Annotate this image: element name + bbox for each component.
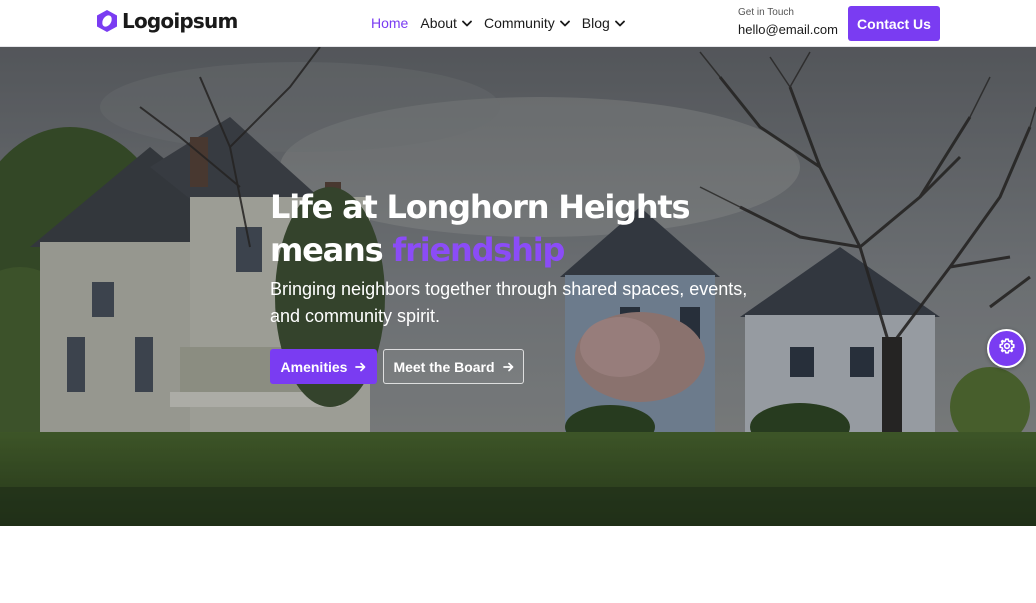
hero-title: Life at Longhorn Heights means friendshi…	[270, 186, 830, 272]
main-nav: Home About Community Blog	[371, 15, 625, 31]
amenities-button[interactable]: Amenities	[270, 349, 377, 384]
amenities-button-label: Amenities	[280, 358, 348, 375]
logo[interactable]: Logoipsum	[96, 9, 238, 33]
gear-icon	[998, 338, 1015, 359]
chevron-down-icon	[559, 20, 570, 27]
hero-title-prefix: means	[270, 231, 393, 269]
site-header: Logoipsum Home About Community Blog Get …	[0, 0, 1036, 47]
nav-item-label: About	[420, 15, 457, 31]
nav-item-label: Community	[483, 15, 555, 31]
contact-email-link[interactable]: hello@email.com	[738, 22, 838, 37]
meet-the-board-button-label: Meet the Board	[393, 358, 495, 375]
arrow-right-icon	[502, 362, 514, 372]
hero-title-accent: friendship	[392, 231, 565, 269]
meet-the-board-button[interactable]: Meet the Board	[383, 349, 524, 384]
nav-item-about[interactable]: About	[420, 15, 472, 31]
logo-text: Logoipsum	[122, 9, 238, 33]
contact-label: Get in Touch	[738, 7, 794, 18]
nav-item-blog[interactable]: Blog	[582, 15, 625, 31]
settings-button[interactable]	[987, 329, 1026, 368]
chevron-down-icon	[462, 20, 472, 27]
nav-item-home[interactable]: Home	[371, 15, 408, 31]
nav-item-label: Home	[371, 15, 409, 31]
arrow-right-icon	[355, 362, 366, 372]
hero-title-line1: Life at Longhorn Heights	[270, 188, 691, 226]
hero-subtitle: Bringing neighbors together through shar…	[270, 279, 748, 326]
hero-section: Life at Longhorn Heights means friendshi…	[0, 47, 1036, 526]
contact-us-button[interactable]: Contact Us	[848, 6, 940, 41]
nav-item-community[interactable]: Community	[484, 15, 570, 31]
nav-item-label: Blog	[581, 15, 610, 31]
chevron-down-icon	[614, 20, 625, 27]
logo-icon	[96, 9, 118, 33]
contact-info: Get in Touch hello@email.com	[738, 7, 838, 37]
